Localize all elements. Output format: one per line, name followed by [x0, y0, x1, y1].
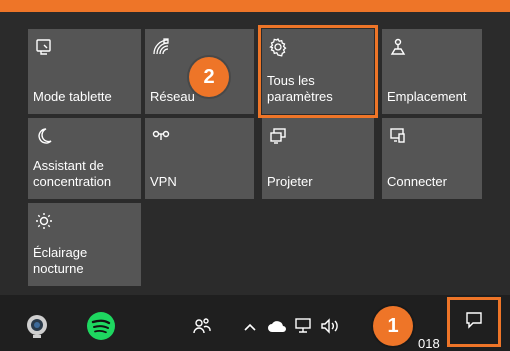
tile-label: Connecter — [387, 174, 447, 189]
network-icon — [151, 37, 171, 57]
project-icon — [268, 126, 288, 146]
tile-connecter[interactable]: Connecter — [382, 118, 482, 199]
tile-mode-tablette[interactable]: Mode tablette — [28, 29, 141, 114]
night-light-icon — [34, 211, 54, 231]
settings-gear-icon — [268, 37, 288, 57]
step-badge-1: 1 — [373, 306, 413, 346]
chevron-up-icon[interactable] — [240, 317, 260, 337]
webcam-app-icon[interactable] — [22, 311, 52, 341]
tile-label: Tous les paramètres — [267, 73, 333, 104]
tile-label: Projeter — [267, 174, 313, 189]
focus-moon-icon — [34, 126, 54, 146]
tile-projeter[interactable]: Projeter — [262, 118, 374, 199]
tile-tous-les-parametres[interactable]: Tous les paramètres — [258, 25, 378, 118]
volume-icon[interactable] — [318, 315, 344, 337]
tile-label: Assistant de concentration — [33, 158, 112, 189]
connect-icon — [388, 126, 408, 146]
tile-label: Mode tablette — [33, 89, 112, 104]
vpn-icon — [151, 126, 171, 146]
top-accent-stripe — [0, 0, 510, 12]
tile-label: Emplacement — [387, 89, 467, 104]
location-icon — [388, 37, 408, 57]
onedrive-icon[interactable] — [265, 316, 289, 336]
clock-date-fragment[interactable]: 018 — [418, 336, 440, 351]
network-status-icon[interactable] — [292, 315, 316, 337]
tile-vpn[interactable]: VPN — [145, 118, 254, 199]
tile-label: Éclairage nocturne — [33, 245, 88, 276]
tile-assistant-de-concentration[interactable]: Assistant de concentration — [28, 118, 141, 199]
tile-eclairage-nocturne[interactable]: Éclairage nocturne — [28, 203, 141, 286]
people-icon[interactable] — [190, 314, 214, 338]
tile-label: VPN — [150, 174, 177, 189]
spotify-icon[interactable] — [85, 310, 117, 342]
notification-button[interactable] — [447, 297, 501, 347]
tile-emplacement[interactable]: Emplacement — [382, 29, 482, 114]
step-badge-2: 2 — [189, 57, 229, 97]
notification-icon — [465, 311, 483, 334]
tablet-mode-icon — [34, 37, 54, 57]
